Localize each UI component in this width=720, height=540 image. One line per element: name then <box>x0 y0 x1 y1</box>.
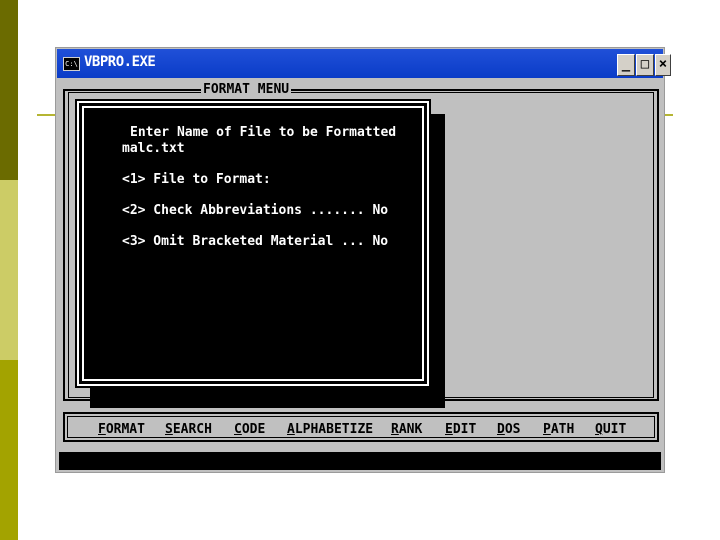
menu-hotkey: D <box>497 422 505 437</box>
filename-input[interactable]: malc.txt <box>122 141 185 156</box>
slide-rule-right <box>665 114 673 116</box>
menu-item-quit[interactable]: QUIT <box>595 422 626 437</box>
menu-hotkey: E <box>445 422 453 437</box>
format-menu-title: FORMAT MENU <box>201 82 292 97</box>
option-omit-bracketed-material[interactable]: <3> Omit Bracketed Material ... No <box>122 234 388 249</box>
menu-label: ODE <box>241 422 266 437</box>
menu-label: DIT <box>452 422 477 437</box>
console-status-bar <box>59 452 661 470</box>
command-menu-bar: FORMAT SEARCH CODE ALPHABETIZE RANK EDIT… <box>63 412 659 442</box>
menu-item-alphabetize[interactable]: ALPHABETIZE <box>287 422 373 437</box>
menu-item-format[interactable]: FORMAT <box>98 422 145 437</box>
close-button[interactable]: × <box>655 54 671 76</box>
console-screen[interactable]: FORMAT MENU Enter Name of File to be For… <box>59 79 661 452</box>
menu-label: ORMAT <box>105 422 145 437</box>
menu-item-rank[interactable]: RANK <box>391 422 422 437</box>
menu-hotkey: A <box>287 422 295 437</box>
slide-rule-left <box>37 114 57 116</box>
slide-accent-bar-bottom <box>0 360 18 540</box>
menu-label: LPHABETIZE <box>294 422 374 437</box>
menu-hotkey: S <box>165 422 173 437</box>
menu-label: UIT <box>602 422 627 437</box>
console-app-icon[interactable]: C:\ <box>63 57 80 71</box>
console-window: C:\ VBPRO.EXE _ □ × FORMAT MENU Enter Na… <box>55 47 671 473</box>
menu-item-search[interactable]: SEARCH <box>165 422 212 437</box>
menu-hotkey: P <box>543 422 551 437</box>
menu-hotkey: C <box>234 422 242 437</box>
file-prompt-label: Enter Name of File to be Formatted <box>130 125 397 140</box>
menu-hotkey: R <box>391 422 399 437</box>
format-dialog: Enter Name of File to be Formatted malc.… <box>75 99 431 388</box>
menu-item-dos[interactable]: DOS <box>497 422 520 437</box>
slide-accent-bar-middle <box>0 180 18 360</box>
slide-accent-bar-top <box>0 0 18 180</box>
menu-label: ATH <box>550 422 575 437</box>
option-check-abbreviations[interactable]: <2> Check Abbreviations ....... No <box>122 203 388 218</box>
menu-item-edit[interactable]: EDIT <box>445 422 476 437</box>
menu-hotkey: Q <box>595 422 603 437</box>
window-titlebar[interactable]: C:\ VBPRO.EXE _ □ × <box>57 49 671 78</box>
menu-label: OS <box>504 422 521 437</box>
menu-label: ANK <box>398 422 423 437</box>
menu-label: EARCH <box>172 422 212 437</box>
menu-item-path[interactable]: PATH <box>543 422 574 437</box>
minimize-button[interactable]: _ <box>617 54 635 76</box>
restore-button[interactable]: □ <box>636 54 654 76</box>
menu-item-code[interactable]: CODE <box>234 422 265 437</box>
menu-hotkey: F <box>98 422 106 437</box>
option-file-to-format[interactable]: <1> File to Format: <box>122 172 271 187</box>
window-title: VBPRO.EXE <box>84 54 156 70</box>
